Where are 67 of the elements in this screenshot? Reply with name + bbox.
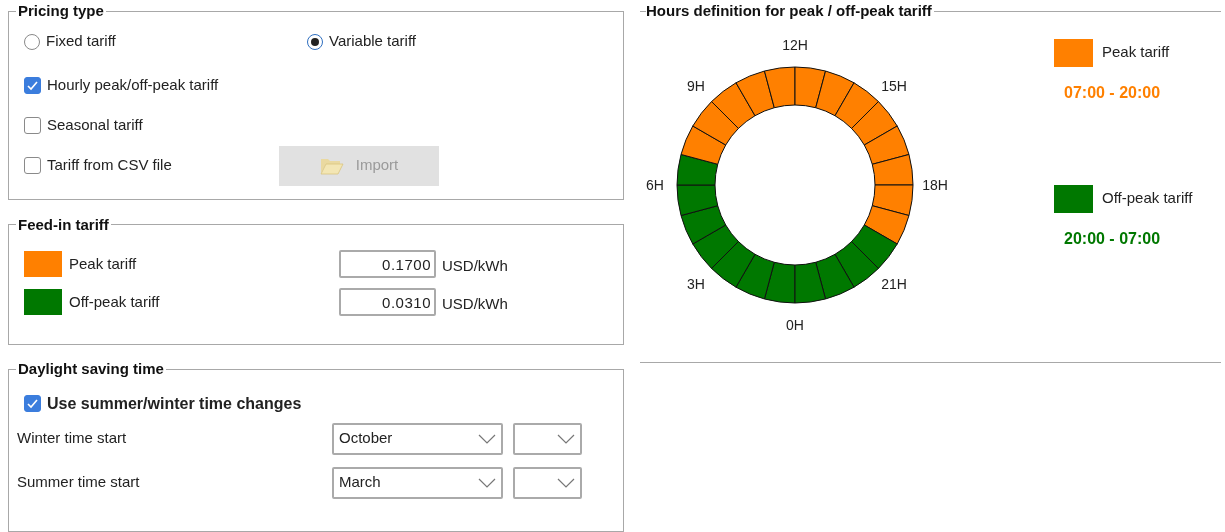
hour-segment[interactable]	[815, 70, 855, 116]
hour-label: 15H	[881, 77, 907, 94]
hour-label: 0H	[786, 316, 804, 333]
hour-label: 3H	[687, 275, 705, 292]
hour-segment[interactable]	[692, 100, 739, 145]
hour-segment[interactable]	[815, 253, 855, 299]
hour-segment[interactable]	[680, 204, 727, 244]
checkbox[interactable]	[24, 117, 41, 134]
legend-label: Peak tariff	[1102, 42, 1170, 63]
hour-segment[interactable]	[676, 153, 719, 185]
unit-label: USD/kWh	[442, 293, 508, 314]
hour-segment[interactable]	[851, 100, 898, 145]
hour-segment[interactable]	[763, 261, 796, 303]
hour-label: 21H	[881, 275, 907, 292]
hour-label: 9H	[687, 77, 705, 94]
radio-label: Fixed tariff	[46, 31, 116, 52]
chevron-down-icon	[557, 477, 575, 488]
folder-icon	[319, 156, 344, 175]
chevron-down-icon	[557, 433, 575, 444]
radio-button[interactable]	[24, 33, 40, 50]
group-title: Hours definition for peak / off-peak tariff	[646, 1, 933, 21]
unit-label: USD/kWh	[442, 255, 508, 276]
tariff-input[interactable]: 0.0310	[339, 288, 436, 317]
month-dropdown[interactable]: October	[332, 422, 503, 455]
checkbox-label: Tariff from CSV file	[47, 155, 172, 176]
hour-segment[interactable]	[763, 66, 796, 108]
field-label: Winter time start	[17, 428, 128, 449]
chevron-down-icon	[478, 477, 496, 488]
group-title: Pricing type	[17, 1, 105, 21]
tariff-input[interactable]: 0.1700	[339, 250, 436, 279]
radio-label: Variable tariff	[329, 31, 416, 52]
field-label: Summer time start	[17, 472, 141, 493]
time-range: 20:00 - 07:00	[1064, 228, 1162, 249]
hour-segment[interactable]	[692, 224, 739, 269]
month-dropdown[interactable]: March	[332, 466, 503, 499]
checkbox-label: Hourly peak/off-peak tariff	[47, 75, 219, 96]
chevron-down-icon	[478, 433, 496, 444]
group-title: Feed-in tariff	[17, 214, 110, 235]
legend-label: Off-peak tariff	[1102, 188, 1193, 209]
hour-segment[interactable]	[711, 240, 756, 288]
hour-segment[interactable]	[735, 253, 775, 299]
checkbox[interactable]	[24, 157, 41, 174]
tariff-label: Off-peak tariff	[69, 291, 161, 312]
hour-segment[interactable]	[735, 70, 775, 116]
hour-label: 12H	[782, 36, 808, 53]
time-range: 07:00 - 20:00	[1064, 82, 1162, 103]
checkbox-label: Seasonal tariff	[47, 115, 143, 136]
hour-segment[interactable]	[834, 81, 879, 129]
hour-segment[interactable]	[711, 81, 756, 129]
hour-segment[interactable]	[794, 261, 827, 303]
hour-segment[interactable]	[871, 153, 914, 185]
group-title: Daylight saving time	[17, 359, 165, 380]
checkbox[interactable]	[24, 395, 41, 413]
tariff-label: Peak tariff	[69, 253, 138, 274]
hour-label: 18H	[922, 176, 948, 193]
hour-segment[interactable]	[863, 204, 910, 244]
checkbox-label: Use summer/winter time changes	[47, 393, 302, 414]
hour-label: 6H	[646, 176, 664, 193]
hour-segment[interactable]	[851, 224, 898, 269]
hour-segment[interactable]	[794, 66, 827, 108]
hour-segment[interactable]	[676, 184, 719, 216]
hour-segment[interactable]	[863, 125, 910, 165]
hour-segment[interactable]	[871, 184, 914, 216]
hour-segment[interactable]	[680, 125, 727, 165]
hour-segment[interactable]	[834, 240, 879, 288]
checkbox[interactable]	[24, 77, 41, 94]
radio-button[interactable]	[307, 33, 323, 50]
